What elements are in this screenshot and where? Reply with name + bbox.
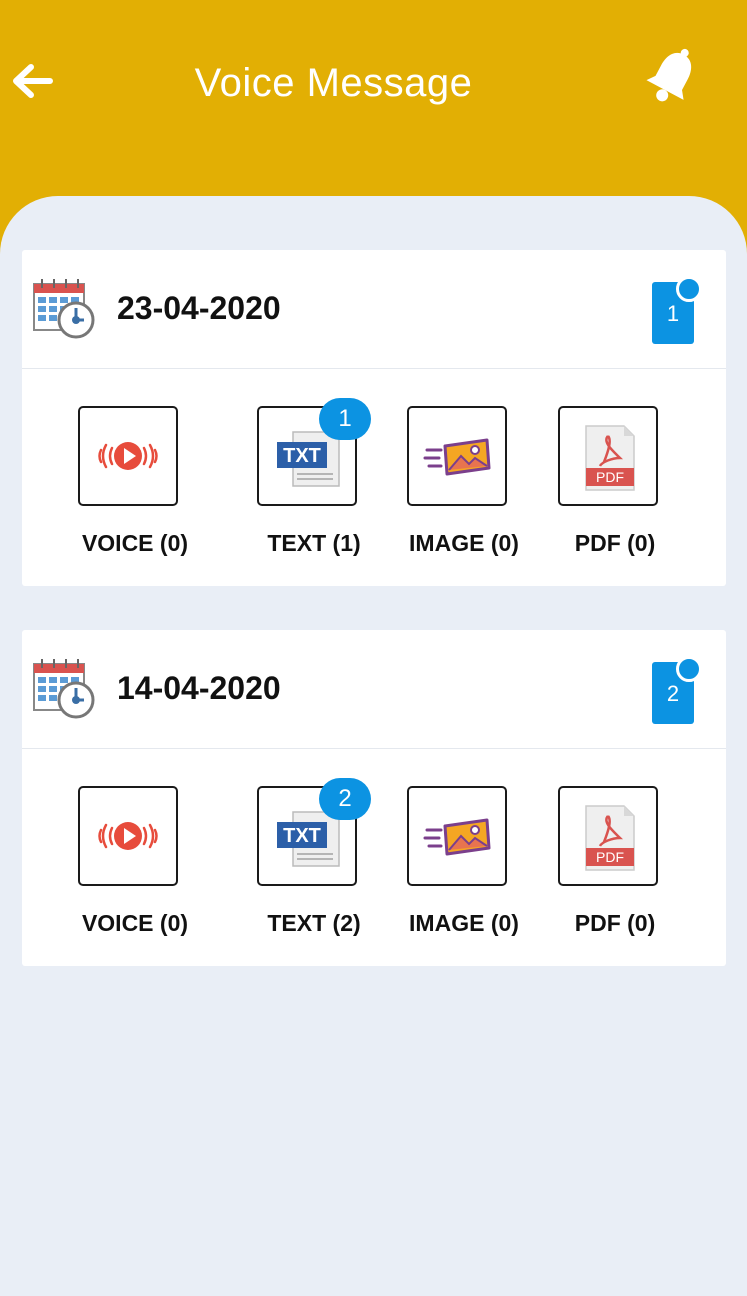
txt-label: TXT <box>283 825 321 847</box>
calendar-clock-icon <box>32 656 98 722</box>
voice-label: VOICE (0) <box>81 910 189 936</box>
txt-label: TXT <box>283 445 321 467</box>
text-count-badge: 2 <box>319 778 371 820</box>
pdf-tile[interactable]: PDF <box>558 406 658 506</box>
page-title: Voice Message <box>194 61 473 105</box>
pdf-label: PDF (0) <box>574 530 656 556</box>
unread-dot <box>676 276 702 302</box>
voice-tile[interactable] <box>78 406 178 506</box>
card-header[interactable]: 23-04-2020 1 <box>22 250 726 369</box>
voice-play-icon <box>98 822 158 850</box>
app-header: Voice Message <box>0 0 747 200</box>
text-count-badge: 1 <box>319 398 371 440</box>
text-tile[interactable]: TXT 2 <box>257 778 371 886</box>
image-label: IMAGE (0) <box>409 530 519 556</box>
text-tile[interactable]: TXT 1 <box>257 398 371 506</box>
message-count: 2 <box>666 681 680 706</box>
pdf-file-icon: PDF <box>585 425 635 491</box>
calendar-clock-icon <box>32 276 98 342</box>
text-label: TEXT (2) <box>267 910 361 936</box>
unread-dot <box>676 656 702 682</box>
notification-button[interactable] <box>640 42 706 108</box>
voice-label: VOICE (0) <box>81 530 189 556</box>
image-icon <box>423 438 491 476</box>
bell-icon <box>646 48 692 102</box>
pdf-label: PDF <box>596 849 624 865</box>
image-tile[interactable] <box>407 406 507 506</box>
message-count-tag: 2 <box>652 656 702 724</box>
pdf-tile[interactable]: PDF <box>558 786 658 886</box>
content-sheet: 23-04-2020 1 TXT 1 PDF VOICE (0) TEXT (1… <box>0 196 747 1296</box>
message-card: 14-04-2020 2 TXT 2 PDF VOICE (0) TEXT (2… <box>22 630 726 966</box>
image-icon <box>423 818 491 856</box>
message-count: 1 <box>666 301 680 326</box>
message-date: 23-04-2020 <box>117 290 281 326</box>
message-count-tag: 1 <box>652 276 702 344</box>
voice-play-icon <box>98 442 158 470</box>
image-tile[interactable] <box>407 786 507 886</box>
card-header[interactable]: 14-04-2020 2 <box>22 630 726 749</box>
message-date: 14-04-2020 <box>117 670 281 706</box>
pdf-label: PDF (0) <box>574 910 656 936</box>
pdf-file-icon: PDF <box>585 805 635 871</box>
voice-tile[interactable] <box>78 786 178 886</box>
pdf-label: PDF <box>596 469 624 485</box>
message-card: 23-04-2020 1 TXT 1 PDF VOICE (0) TEXT (1… <box>22 250 726 586</box>
text-label: TEXT (1) <box>267 530 361 556</box>
image-label: IMAGE (0) <box>409 910 519 936</box>
